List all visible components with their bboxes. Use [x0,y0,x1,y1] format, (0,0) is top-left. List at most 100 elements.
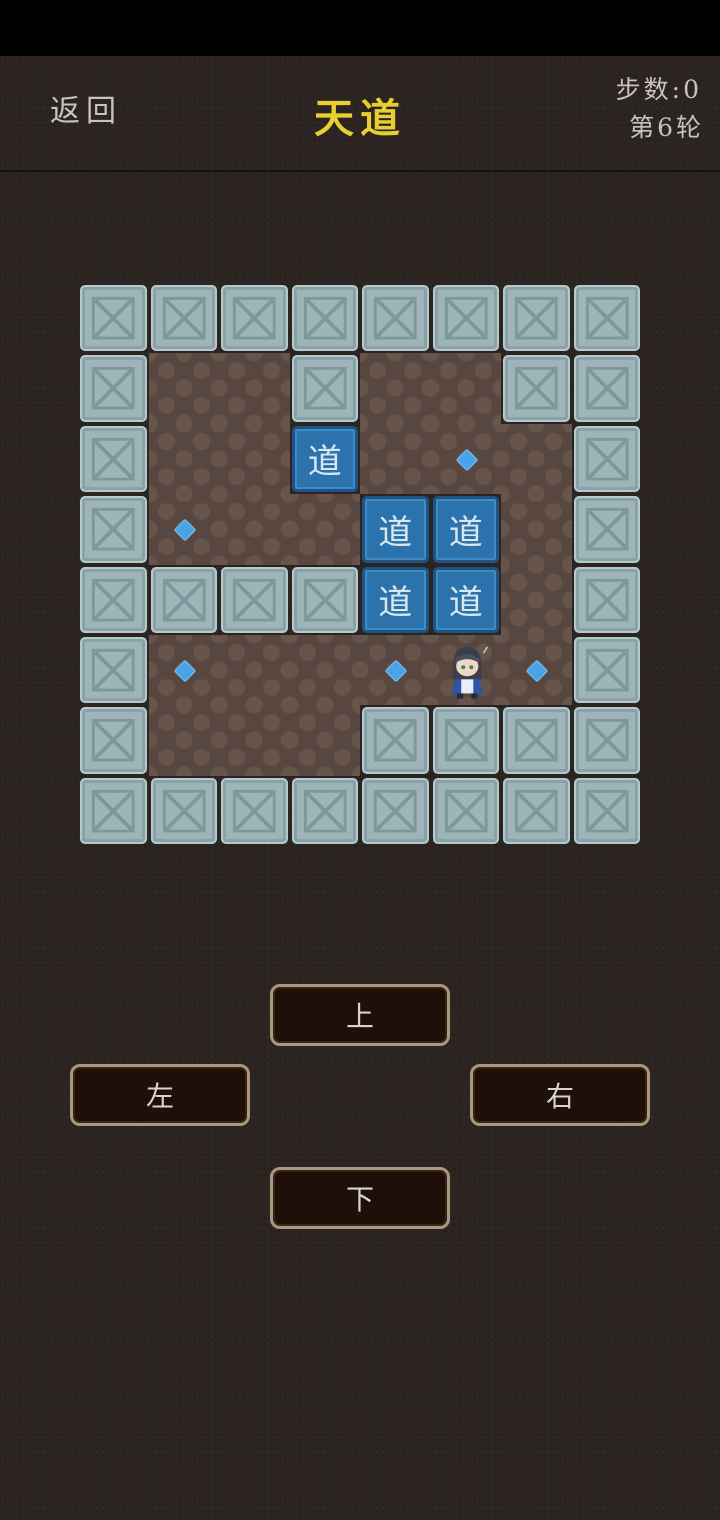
floor-tile [289,635,360,706]
wall-tile [572,776,643,846]
wall-cross-icon [362,777,429,845]
wall-cross-icon [150,566,217,633]
wall-cross-icon [573,777,640,845]
box-tile: 道 [290,424,361,494]
wall-cross-icon [573,285,640,352]
target-marker [173,519,197,542]
box-label: 道 [291,425,358,493]
wall-tile [572,424,643,494]
right-button[interactable]: 右 [470,1064,650,1126]
wall-tile [219,283,290,353]
floor-tile [219,494,290,565]
floor-tile [430,635,502,706]
wall-tile [360,776,431,846]
wall-cross-icon [573,355,640,422]
floor-tile [219,705,290,776]
wall-tile [360,705,431,775]
wall-cross-icon [221,285,288,352]
wall-cross-icon [80,496,147,563]
wall-tile [360,283,431,353]
wall-tile [78,283,149,353]
wall-tile [431,776,502,846]
target-marker [173,659,197,683]
wall-cross-icon [573,707,640,774]
wall-tile [572,565,643,635]
wall-tile [290,776,361,846]
wall-tile [78,494,149,564]
floor-tile [148,353,219,424]
step-counter: 步数:0 [615,75,702,104]
target-marker [384,659,408,683]
wall-cross-icon [573,637,640,704]
wall-cross-icon [291,355,358,422]
wall-tile [501,353,572,423]
wall-tile [501,705,572,775]
player-character [431,635,502,705]
wall-cross-icon [80,285,147,352]
game-board[interactable]: 道道道道道 [78,283,642,846]
wall-tile [78,705,149,775]
wall-cross-icon [80,777,147,845]
wall-cross-icon [432,777,499,845]
wall-tile [78,565,149,635]
floor-tile [148,423,219,495]
floor-tile [501,423,572,495]
floor-tile [289,494,360,565]
floor-tile [219,353,290,424]
wall-cross-icon [221,777,288,845]
wall-cross-icon [573,496,640,563]
floor-tile [219,635,290,706]
box-tile: 道 [431,494,502,564]
floor-tile [148,705,219,776]
wall-cross-icon [80,707,147,774]
down-button[interactable]: 下 [270,1167,450,1229]
target-marker [525,659,549,683]
round-indicator: 第6轮 [629,113,704,142]
wall-tile [149,776,220,846]
header: 返回 天道 步数:0 第6轮 [0,56,720,172]
wall-cross-icon [291,566,358,633]
wall-tile [290,565,361,635]
box-label: 道 [362,496,429,563]
wall-cross-icon [503,777,570,845]
up-button[interactable]: 上 [270,984,450,1046]
box-label: 道 [432,496,499,563]
left-button[interactable]: 左 [70,1064,250,1126]
box-label: 道 [362,566,429,633]
wall-tile [78,635,149,705]
wall-tile [219,776,290,846]
wall-cross-icon [80,566,147,633]
wall-tile [572,494,643,564]
wall-tile [431,705,502,775]
floor-tile [360,635,431,706]
status-bar [0,0,720,56]
wall-cross-icon [503,355,570,422]
box-tile: 道 [360,494,431,564]
wall-tile [78,353,149,423]
box-label: 道 [432,566,499,633]
wall-cross-icon [503,707,570,774]
wall-tile [219,565,290,635]
wall-cross-icon [291,285,358,352]
floor-tile [148,494,219,565]
box-tile: 道 [431,565,502,635]
wall-tile [431,283,502,353]
floor-tile [501,564,572,635]
floor-tile [360,353,431,424]
floor-tile [430,423,501,495]
wall-cross-icon [80,425,147,493]
wall-cross-icon [503,285,570,352]
wall-tile [572,635,643,705]
wall-cross-icon [80,355,147,422]
floor-tile [501,494,572,565]
floor-tile [219,423,290,495]
wall-tile [149,283,220,353]
wall-cross-icon [150,777,217,845]
target-marker [455,448,479,472]
wall-tile [572,353,643,423]
floor-tile [430,353,501,424]
floor-tile [501,635,572,706]
wall-tile [149,565,220,635]
wall-cross-icon [362,707,429,774]
wall-cross-icon [150,285,217,352]
